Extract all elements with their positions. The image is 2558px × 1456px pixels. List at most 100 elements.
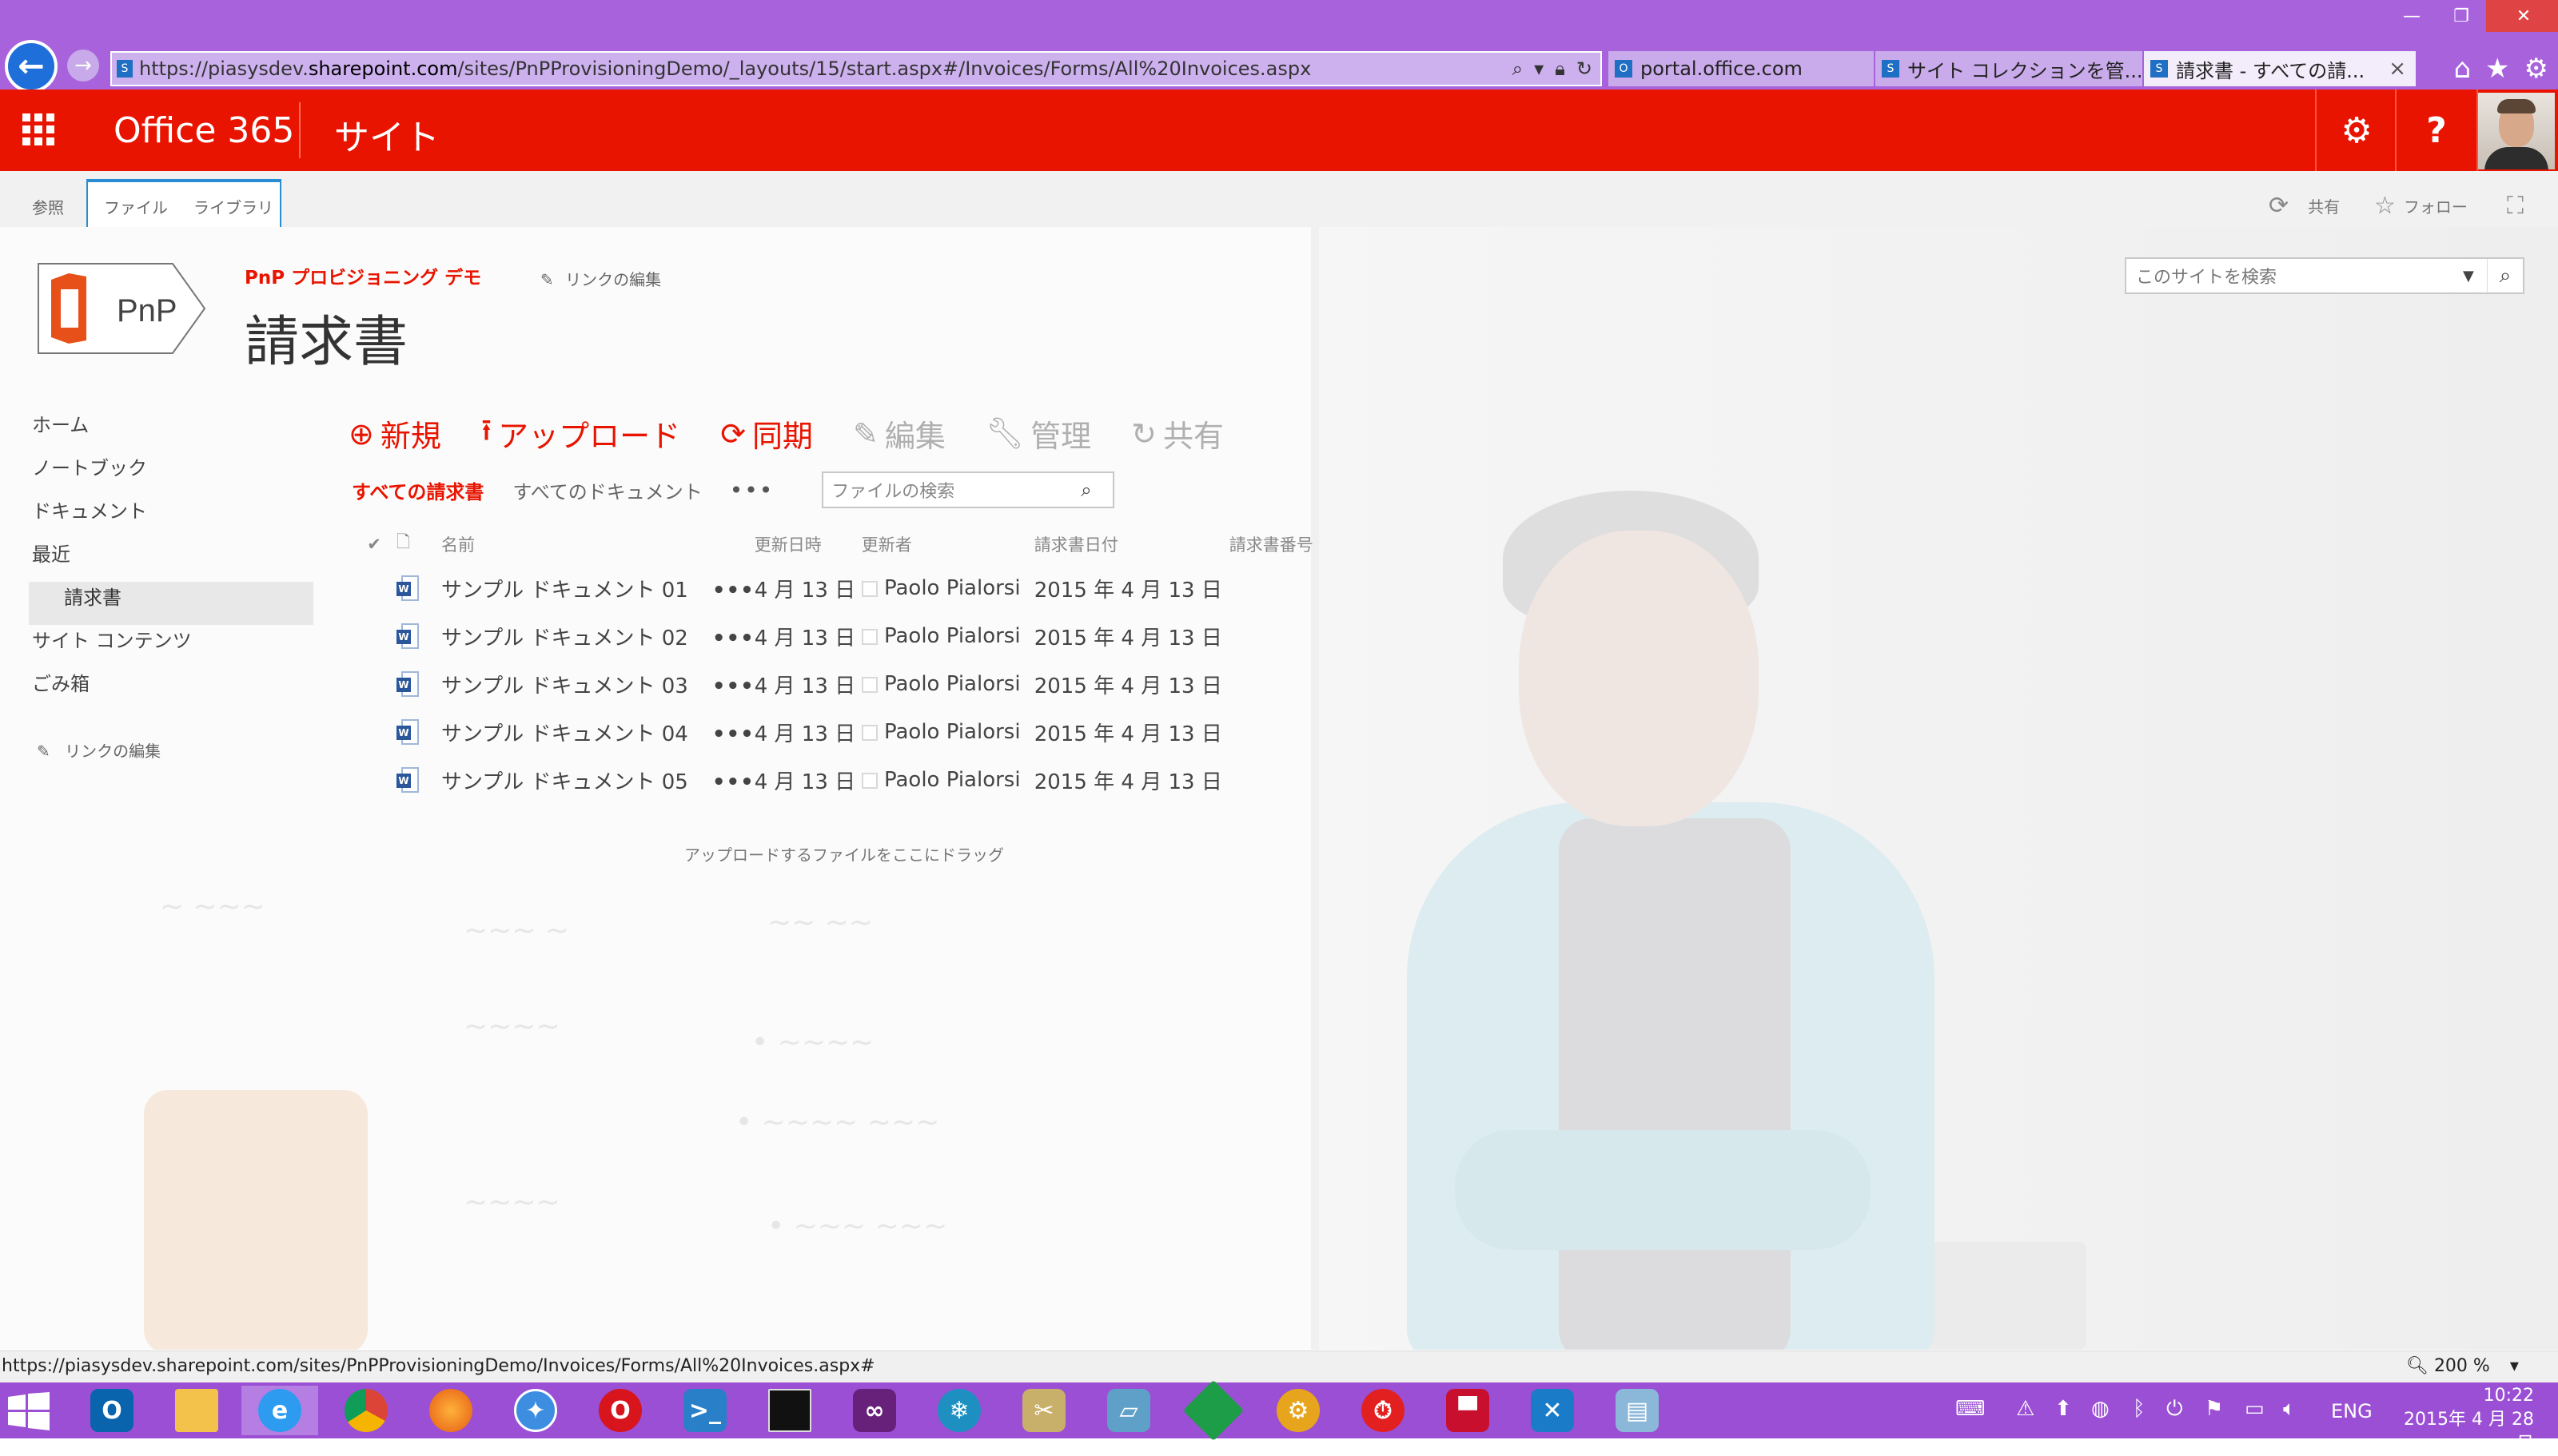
share-button[interactable]: ↻ 共有 <box>1131 408 1224 459</box>
file-name-link[interactable]: サンプル ドキュメント 01 <box>441 579 688 603</box>
search-scope-dropdown-icon[interactable]: ▼ <box>2463 268 2487 284</box>
view-all-documents[interactable]: すべてのドキュメント <box>512 476 702 504</box>
file-name-link[interactable]: サンプル ドキュメント 05 <box>441 770 688 794</box>
ribbon-tab-files[interactable]: ファイル <box>104 195 168 218</box>
globe-icon[interactable]: ◍ <box>2091 1397 2110 1421</box>
nav-item-invoices[interactable]: 請求書 <box>29 582 313 625</box>
close-tab-icon[interactable]: × <box>2389 57 2416 81</box>
help-button[interactable]: ? <box>2395 90 2478 171</box>
edit-button[interactable]: ✎ 編集 <box>853 408 946 459</box>
follow-ribbon-button[interactable]: ☆ フォロー <box>2374 192 2468 220</box>
edit-links-top[interactable]: ✎ リンクの編集 <box>540 267 661 290</box>
column-header-invoice-number[interactable]: 請求書番号 <box>1229 524 1349 564</box>
taskbar-app-notes[interactable]: ▱ <box>1090 1386 1167 1435</box>
table-row[interactable]: W サンプル ドキュメント 05 ••• 4 月 13 日 Paolo Pialo… <box>352 756 1349 804</box>
office365-brand[interactable]: Office 365 <box>114 110 294 151</box>
table-row[interactable]: W サンプル ドキュメント 02 ••• 4 月 13 日 Paolo Pialo… <box>352 612 1349 660</box>
row-select-cell[interactable] <box>352 612 396 660</box>
row-select-cell[interactable] <box>352 660 396 708</box>
file-name-link[interactable]: サンプル ドキュメント 03 <box>441 674 688 698</box>
file-name-link[interactable]: サンプル ドキュメント 04 <box>441 722 688 746</box>
taskbar-visual-studio[interactable]: ∞ <box>836 1386 913 1435</box>
taskbar-app-fiddler[interactable]: ✕ <box>1514 1386 1591 1435</box>
file-name-cell[interactable]: サンプル ドキュメント 02 ••• <box>441 612 755 660</box>
item-menu-button[interactable]: ••• <box>712 674 755 698</box>
nav-item-recent[interactable]: 最近 <box>32 539 320 582</box>
keyboard-icon[interactable]: ⌨ <box>1955 1397 1986 1421</box>
row-select-cell[interactable] <box>352 708 396 756</box>
column-header-invoice-date[interactable]: 請求書日付 <box>1034 524 1229 564</box>
file-name-cell[interactable]: サンプル ドキュメント 04 ••• <box>441 708 755 756</box>
taskbar-app-tools[interactable]: ✂ <box>1006 1386 1082 1435</box>
back-button[interactable]: ← <box>5 40 58 93</box>
flag-icon[interactable]: ⚑ <box>2205 1397 2223 1421</box>
site-search-input[interactable]: このサイトを検索 <box>2126 263 2463 288</box>
ribbon-tab-library[interactable]: ライブラリ <box>193 195 273 218</box>
lock-icon[interactable]: 🔒︎ <box>1555 58 1565 80</box>
taskbar-app-green[interactable] <box>1175 1379 1252 1442</box>
search-icon[interactable]: ⌕ <box>1512 58 1523 80</box>
taskbar-internet-explorer[interactable]: e <box>241 1386 318 1435</box>
taskbar-file-explorer[interactable] <box>158 1386 235 1435</box>
network-warning-icon[interactable]: ⚠ <box>2016 1397 2034 1421</box>
select-all-checkmark[interactable]: ✔ <box>352 524 396 564</box>
table-row[interactable]: W サンプル ドキュメント 01 ••• 4 月 13 日 Paolo Pialo… <box>352 564 1349 612</box>
refresh-icon[interactable]: ↻ <box>1576 58 1592 80</box>
power-icon[interactable]: ⏻ <box>2166 1397 2183 1422</box>
taskbar-app-server[interactable]: ▤ <box>1599 1386 1675 1435</box>
file-name-link[interactable]: サンプル ドキュメント 02 <box>441 627 688 650</box>
upload-button[interactable]: ⭱ アップロード <box>481 408 680 459</box>
manage-button[interactable]: 🔧︎ 管理 <box>986 408 1091 459</box>
taskbar-app-red[interactable]: ▀ <box>1429 1386 1506 1435</box>
file-search-box[interactable]: ファイルの検索 ⌕ <box>822 471 1115 508</box>
site-name-link[interactable]: PnP プロビジョニング デモ <box>245 262 481 289</box>
file-name-cell[interactable]: サンプル ドキュメント 03 ••• <box>441 660 755 708</box>
nav-item-notebook[interactable]: ノートブック <box>32 452 320 495</box>
taskbar-outlook[interactable]: O <box>74 1386 150 1435</box>
settings-gear-button[interactable]: ⚙ <box>2315 90 2397 171</box>
table-row[interactable]: W サンプル ドキュメント 03 ••• 4 月 13 日 Paolo Pialo… <box>352 660 1349 708</box>
column-header-modified-by[interactable]: 更新者 <box>862 524 1034 564</box>
drag-drop-hint[interactable]: アップロードするファイルをここにドラッグ <box>684 842 1004 865</box>
zoom-control[interactable]: 🔍︎ 200 % ▾ <box>2406 1356 2519 1376</box>
taskbar-app-timer[interactable]: ⏱ <box>1345 1386 1421 1435</box>
modified-by-link[interactable]: Paolo Pialorsi <box>884 720 1021 744</box>
minimize-button[interactable]: — <box>2387 0 2436 32</box>
row-select-cell[interactable] <box>352 756 396 804</box>
address-url[interactable]: https://piasysdev.sharepoint.com/sites/P… <box>139 58 1512 80</box>
taskbar-app-snowflake[interactable]: ❄ <box>921 1386 998 1435</box>
column-header-modified[interactable]: 更新日時 <box>755 524 862 564</box>
app-launcher-icon[interactable] <box>22 113 54 145</box>
forward-button[interactable]: → <box>67 50 99 82</box>
item-menu-button[interactable]: ••• <box>712 770 755 794</box>
browser-tab-portal[interactable]: O portal.office.com <box>1608 51 1874 86</box>
item-menu-button[interactable]: ••• <box>712 579 755 603</box>
volume-icon[interactable]: 🔈︎ <box>2283 1397 2296 1422</box>
taskbar-powershell[interactable]: >_ <box>667 1386 743 1435</box>
taskbar-safari[interactable]: ✦ <box>497 1386 574 1435</box>
taskbar-app-gears[interactable]: ⚙ <box>1260 1386 1337 1435</box>
modified-by-link[interactable]: Paolo Pialorsi <box>884 672 1021 696</box>
address-bar[interactable]: S https://piasysdev.sharepoint.com/sites… <box>110 51 1602 86</box>
modified-by-link[interactable]: Paolo Pialorsi <box>884 768 1021 792</box>
close-window-button[interactable]: ✕ <box>2486 0 2558 32</box>
browser-tab-invoices[interactable]: S 請求書 - すべての請... × <box>2144 51 2416 86</box>
item-menu-button[interactable]: ••• <box>712 627 755 650</box>
more-views-button[interactable]: ••• <box>730 477 775 503</box>
bluetooth-icon[interactable]: ᛒ <box>2133 1397 2146 1421</box>
share-ribbon-button[interactable]: ⟳ 共有 <box>2269 192 2340 220</box>
favorites-star-icon[interactable]: ★ <box>2485 53 2509 85</box>
language-indicator[interactable]: ENG <box>2331 1400 2373 1422</box>
search-icon[interactable]: ⌕ <box>1081 479 1113 501</box>
item-menu-button[interactable]: ••• <box>712 722 755 746</box>
settings-gear-icon[interactable]: ⚙ <box>2524 53 2548 85</box>
search-icon[interactable]: ⌕ <box>2487 259 2523 292</box>
dropdown-icon[interactable]: ▾ <box>1534 58 1544 80</box>
view-all-invoices[interactable]: すべての請求書 <box>352 476 484 504</box>
taskbar-opera[interactable]: O <box>582 1386 659 1435</box>
file-name-cell[interactable]: サンプル ドキュメント 05 ••• <box>441 756 755 804</box>
modified-by-link[interactable]: Paolo Pialorsi <box>884 576 1021 600</box>
upload-tray-icon[interactable]: ⬆ <box>2054 1397 2072 1421</box>
file-name-cell[interactable]: サンプル ドキュメント 01 ••• <box>441 564 755 612</box>
taskbar-chrome[interactable] <box>328 1386 404 1435</box>
